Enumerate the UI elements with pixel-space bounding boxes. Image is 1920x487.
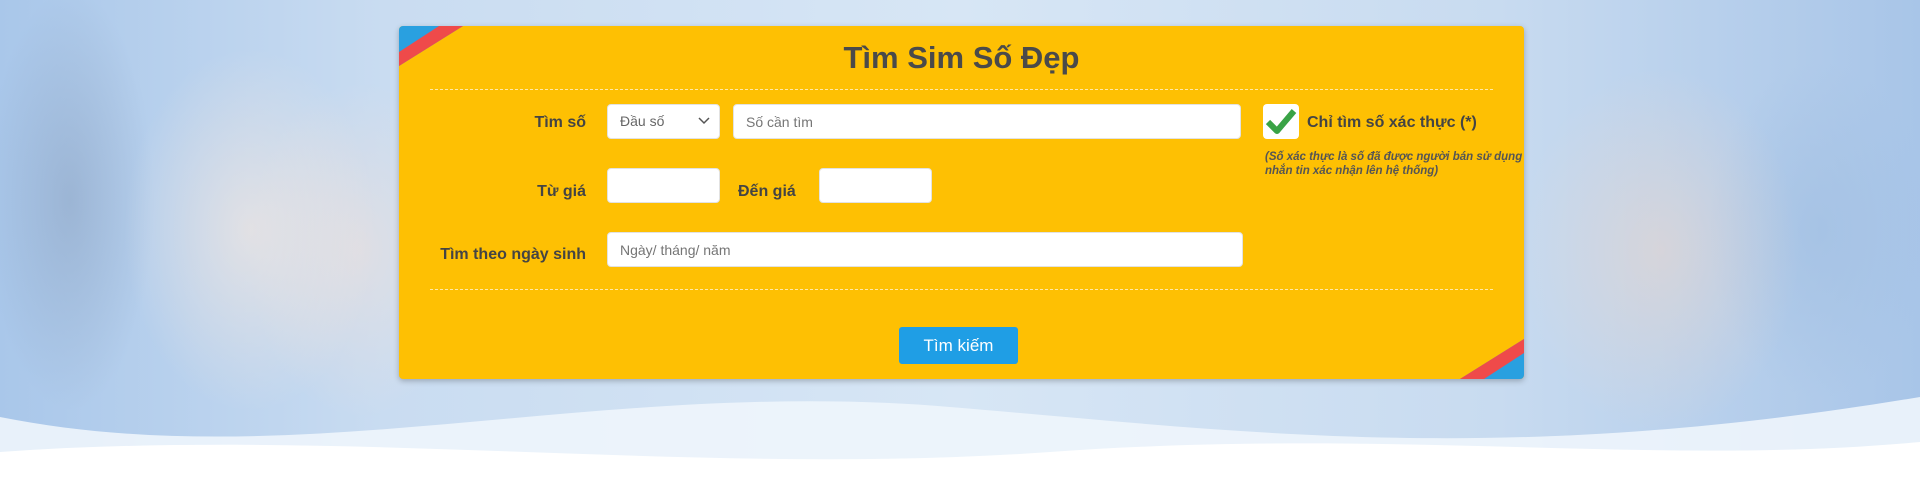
verified-only-label: Chỉ tìm số xác thực (*) xyxy=(1307,114,1477,131)
divider-top xyxy=(430,89,1493,90)
form-title: Tìm Sim Số Đẹp xyxy=(843,40,1080,75)
birthday-label: Tìm theo ngày sinh xyxy=(440,246,586,263)
prefix-select[interactable]: Đầu số xyxy=(607,104,720,139)
checkmark-icon xyxy=(1265,109,1297,134)
search-button[interactable]: Tìm kiếm xyxy=(899,327,1018,364)
sim-search-panel: Tìm Sim Số Đẹp Tìm số Đầu số Chỉ tìm số … xyxy=(399,26,1524,379)
corner-ribbon-bottom-right xyxy=(1460,339,1524,379)
search-number-label: Tìm số xyxy=(534,114,586,131)
verified-note: (Số xác thực là số đã được người bán sử … xyxy=(1265,151,1523,177)
divider-bottom xyxy=(430,289,1493,290)
price-to-label: Đến giá xyxy=(738,183,796,200)
chevron-down-icon xyxy=(698,117,710,125)
prefix-select-value: Đầu số xyxy=(620,113,665,129)
price-from-input[interactable] xyxy=(607,168,720,203)
verified-only-checkbox[interactable] xyxy=(1263,104,1299,139)
birthday-input[interactable] xyxy=(607,232,1243,267)
number-search-input[interactable] xyxy=(733,104,1241,139)
price-from-label: Từ giá xyxy=(537,183,586,200)
price-to-input[interactable] xyxy=(819,168,932,203)
